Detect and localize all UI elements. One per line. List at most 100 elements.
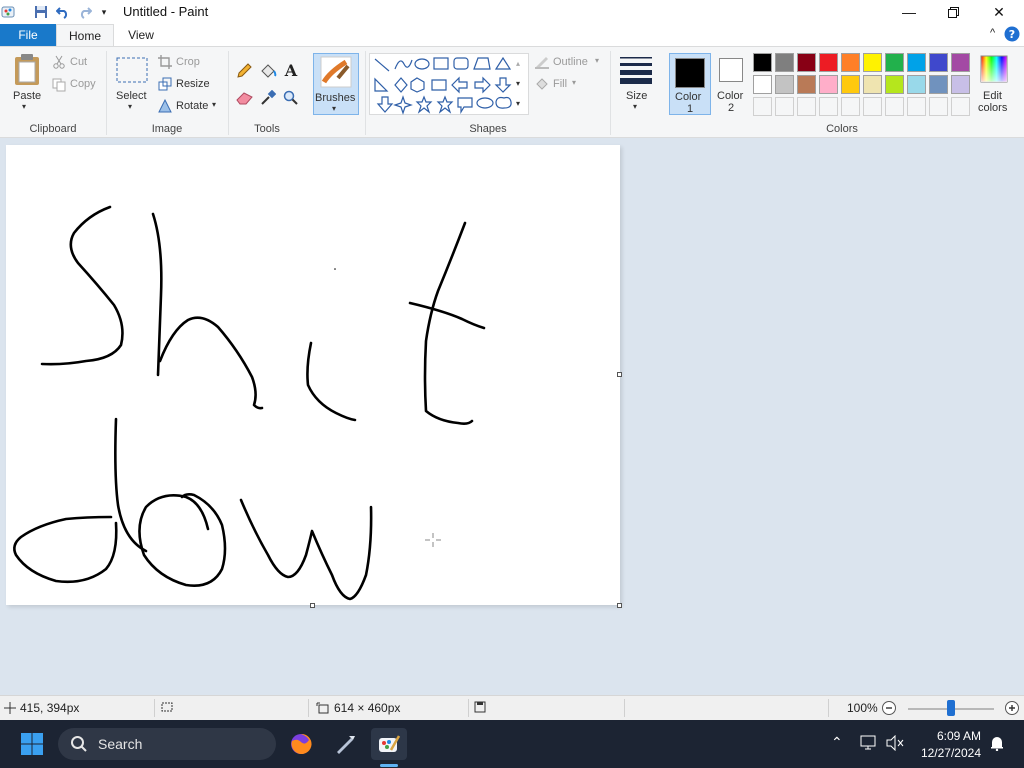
resize-handle-bottom[interactable] xyxy=(310,603,315,608)
close-button[interactable]: ✕ xyxy=(976,0,1022,24)
brushes-button[interactable]: Brushes ▾ xyxy=(313,53,359,115)
paint-app-icon[interactable] xyxy=(0,3,18,21)
tab-view[interactable]: View xyxy=(118,24,164,46)
fill-dropdown-icon[interactable]: ▾ xyxy=(572,78,576,87)
tray-overflow-icon[interactable]: ⌃ xyxy=(831,734,843,751)
palette-swatch[interactable] xyxy=(907,53,926,72)
collapse-ribbon-icon[interactable]: ^ xyxy=(990,27,995,39)
minimize-button[interactable]: — xyxy=(886,0,932,24)
size-icon[interactable] xyxy=(619,55,653,85)
palette-swatch-empty[interactable] xyxy=(863,97,882,116)
clock-date[interactable]: 12/27/2024 xyxy=(919,746,981,760)
tab-home[interactable]: Home xyxy=(56,24,114,46)
group-label-clipboard: Clipboard xyxy=(29,123,77,135)
palette-swatch[interactable] xyxy=(819,75,838,94)
copy-button[interactable]: Copy xyxy=(70,78,96,90)
paste-button[interactable] xyxy=(10,53,44,87)
zoom-slider-thumb[interactable] xyxy=(947,700,955,716)
start-button[interactable] xyxy=(14,728,50,760)
palette-swatch[interactable] xyxy=(775,53,794,72)
palette-swatch[interactable] xyxy=(907,75,926,94)
drawing-canvas[interactable] xyxy=(6,145,620,605)
size-button[interactable]: Size xyxy=(626,90,647,102)
paint-taskbar-icon[interactable] xyxy=(371,728,407,760)
paste-dropdown-icon[interactable]: ▾ xyxy=(22,102,26,111)
palette-swatch-empty[interactable] xyxy=(797,97,816,116)
pencil-icon[interactable] xyxy=(236,63,252,79)
size-dropdown-icon[interactable]: ▾ xyxy=(633,102,637,111)
edit-colors-icon[interactable] xyxy=(980,55,1008,83)
palette-swatch[interactable] xyxy=(885,75,904,94)
palette-swatch-empty[interactable] xyxy=(885,97,904,116)
taskbar-search[interactable]: Search xyxy=(58,728,276,760)
shapes-expand-icon[interactable]: ▾ xyxy=(516,99,520,108)
text-icon[interactable]: A xyxy=(283,61,299,80)
rotate-dropdown-icon[interactable]: ▾ xyxy=(212,100,216,109)
help-icon[interactable]: ? xyxy=(1004,26,1020,45)
palette-swatch[interactable] xyxy=(797,75,816,94)
select-icon[interactable] xyxy=(116,57,148,83)
rotate-button[interactable]: Rotate xyxy=(176,100,208,112)
save-icon[interactable] xyxy=(32,3,50,21)
tab-file[interactable]: File xyxy=(0,24,56,46)
fill-button[interactable]: Fill xyxy=(553,78,567,90)
group-label-tools: Tools xyxy=(254,123,280,135)
palette-swatch-empty[interactable] xyxy=(841,97,860,116)
palette-swatch-empty[interactable] xyxy=(907,97,926,116)
outline-dropdown-icon[interactable]: ▾ xyxy=(595,56,599,65)
palette-swatch[interactable] xyxy=(929,53,948,72)
outline-button[interactable]: Outline xyxy=(553,56,588,68)
app-icon[interactable] xyxy=(327,728,363,760)
volume-muted-icon[interactable] xyxy=(886,734,904,754)
divider xyxy=(468,699,469,717)
palette-swatch[interactable] xyxy=(819,53,838,72)
undo-icon[interactable] xyxy=(54,3,72,21)
palette-swatch[interactable] xyxy=(841,53,860,72)
divider xyxy=(228,51,229,135)
palette-swatch[interactable] xyxy=(841,75,860,94)
workspace[interactable] xyxy=(0,139,1024,695)
zoom-out-button[interactable] xyxy=(881,700,897,716)
color2-swatch[interactable] xyxy=(719,58,743,82)
crop-button[interactable]: Crop xyxy=(176,56,200,68)
palette-swatch-empty[interactable] xyxy=(819,97,838,116)
customize-qat-icon[interactable]: ▾ xyxy=(97,3,111,21)
select-dropdown-icon[interactable]: ▾ xyxy=(128,102,132,111)
palette-swatch[interactable] xyxy=(863,75,882,94)
select-button[interactable]: Select xyxy=(116,90,147,102)
clock-time[interactable]: 6:09 AM xyxy=(919,729,981,743)
palette-swatch[interactable] xyxy=(797,53,816,72)
palette-swatch[interactable] xyxy=(775,75,794,94)
shapes-scroll-down-icon[interactable]: ▾ xyxy=(516,79,520,88)
resize-handle-corner[interactable] xyxy=(617,603,622,608)
zoom-in-button[interactable] xyxy=(1004,700,1020,716)
maximize-button[interactable] xyxy=(930,0,976,24)
color-picker-icon[interactable] xyxy=(260,90,276,106)
cut-button[interactable]: Cut xyxy=(70,56,87,68)
network-icon[interactable] xyxy=(860,735,878,754)
palette-swatch-empty[interactable] xyxy=(951,97,970,116)
fill-shape-icon xyxy=(534,77,550,91)
magnifier-icon[interactable] xyxy=(283,90,299,106)
color2-label[interactable]: Color xyxy=(717,90,743,102)
palette-swatch[interactable] xyxy=(753,53,772,72)
firefox-icon[interactable] xyxy=(283,728,319,760)
palette-swatch[interactable] xyxy=(951,53,970,72)
palette-swatch[interactable] xyxy=(885,53,904,72)
color1-button[interactable]: Color 1 xyxy=(669,53,711,115)
palette-swatch-empty[interactable] xyxy=(775,97,794,116)
palette-swatch[interactable] xyxy=(951,75,970,94)
palette-swatch[interactable] xyxy=(863,53,882,72)
eraser-icon[interactable] xyxy=(236,91,254,105)
shapes-scroll-up-icon[interactable]: ▴ xyxy=(516,59,520,68)
palette-swatch[interactable] xyxy=(929,75,948,94)
notification-bell-icon[interactable] xyxy=(989,735,1005,754)
palette-swatch-empty[interactable] xyxy=(929,97,948,116)
fill-icon[interactable] xyxy=(259,63,277,79)
palette-swatch-empty[interactable] xyxy=(753,97,772,116)
shapes-icon-grid[interactable] xyxy=(370,54,530,116)
resize-handle-right[interactable] xyxy=(617,372,622,377)
redo-icon[interactable] xyxy=(76,3,94,21)
resize-button[interactable]: Resize xyxy=(176,78,210,90)
palette-swatch[interactable] xyxy=(753,75,772,94)
